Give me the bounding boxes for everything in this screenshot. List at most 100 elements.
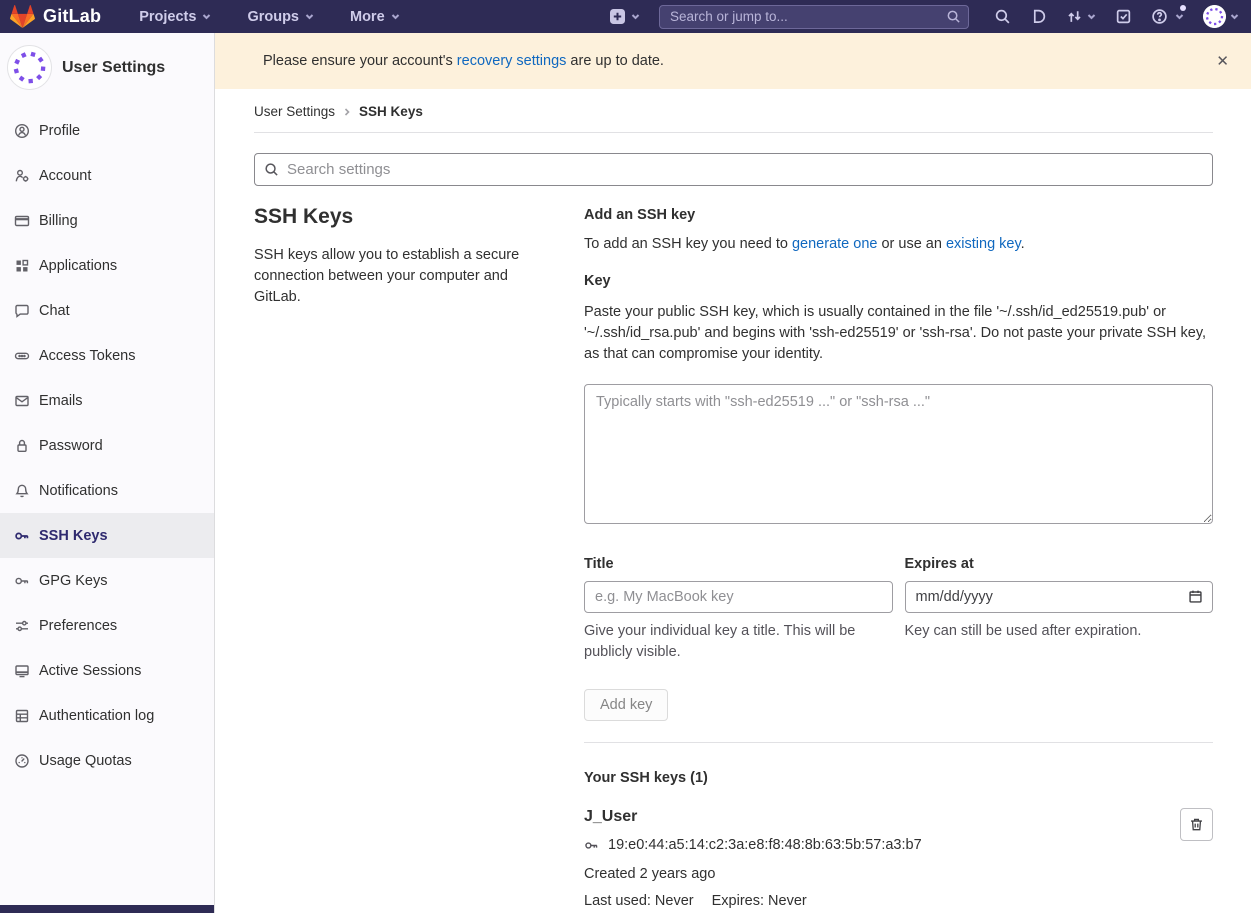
chevron-down-icon: [391, 12, 400, 21]
notifications-icon: [14, 483, 30, 499]
profile-icon: [14, 123, 30, 139]
help-button[interactable]: [1151, 8, 1184, 25]
search-icon: [994, 8, 1011, 25]
preferences-icon: [14, 618, 30, 634]
expires-label: Expires at: [905, 556, 1214, 572]
issues-button[interactable]: [1030, 8, 1047, 25]
password-icon: [14, 438, 30, 454]
gitlab-logo-link[interactable]: GitLab: [10, 5, 101, 28]
sidebar-item-ssh-keys[interactable]: SSH Keys: [0, 513, 214, 558]
global-search-input[interactable]: [659, 5, 969, 29]
navbar-menu: Projects Groups More: [139, 9, 399, 25]
gpg-keys-icon: [14, 573, 30, 589]
merge-requests-icon: [1066, 8, 1083, 25]
expires-help-text: Key can still be used after expiration.: [905, 621, 1214, 642]
chevron-down-icon: [202, 12, 211, 21]
chevron-right-icon: [343, 108, 351, 116]
chevron-down-icon: [631, 12, 640, 21]
add-key-hint: To add an SSH key you need to generate o…: [584, 236, 1213, 252]
ssh-key-expires: Expires: Never: [712, 893, 807, 909]
title-field-group: Title Give your individual key a title. …: [584, 556, 893, 663]
sidebar-item-applications[interactable]: Applications: [0, 243, 214, 288]
title-input[interactable]: [584, 581, 893, 613]
delete-key-button[interactable]: [1180, 808, 1213, 841]
expires-field-group: Expires at Key can still be used after e…: [905, 556, 1214, 663]
ssh-keys-icon: [14, 528, 30, 544]
usage-quotas-icon: [14, 753, 30, 769]
existing-key-link[interactable]: existing key: [946, 236, 1021, 252]
sidebar-item-authentication-log[interactable]: Authentication log: [0, 693, 214, 738]
chevron-down-icon: [305, 12, 314, 21]
account-icon: [14, 168, 30, 184]
main-area: Please ensure your account's recovery se…: [215, 33, 1251, 913]
nav-projects[interactable]: Projects: [139, 9, 211, 25]
calendar-icon[interactable]: [1188, 589, 1203, 604]
nav-more[interactable]: More: [350, 9, 400, 25]
sidebar-item-account[interactable]: Account: [0, 153, 214, 198]
settings-content: User Settings SSH Keys SSH Keys SSH ke: [215, 89, 1251, 913]
settings-search-input[interactable]: [254, 153, 1213, 186]
sidebar-item-preferences[interactable]: Preferences: [0, 603, 214, 648]
gitlab-tanuki-icon: [10, 5, 35, 28]
new-menu-button[interactable]: [609, 8, 640, 25]
sidebar-item-password[interactable]: Password: [0, 423, 214, 468]
key-meta-form-row: Title Give your individual key a title. …: [584, 556, 1213, 663]
key-label: Key: [584, 273, 1213, 289]
expires-date-input[interactable]: [905, 581, 1214, 613]
brand-name: GitLab: [43, 6, 101, 27]
section-body: Add an SSH key To add an SSH key you nee…: [584, 205, 1213, 909]
sidebar-title: User Settings: [62, 59, 165, 77]
ssh-key-last-used: Last used: Never: [584, 893, 694, 909]
sidebar-item-notifications[interactable]: Notifications: [0, 468, 214, 513]
title-help-text: Give your individual key a title. This w…: [584, 621, 893, 663]
sidebar-item-profile[interactable]: Profile: [0, 108, 214, 153]
active-sessions-icon: [14, 663, 30, 679]
ssh-key-fingerprint: 19:e0:44:a5:14:c2:3a:e8:f8:48:8b:63:5b:5…: [608, 837, 922, 853]
breadcrumb-ssh-keys: SSH Keys: [359, 104, 423, 119]
avatar: [7, 45, 52, 90]
help-notification-dot: [1180, 5, 1186, 11]
app: GitLab Projects Groups More: [0, 0, 1251, 913]
add-key-button[interactable]: Add key: [584, 689, 668, 721]
sidebar-item-chat[interactable]: Chat: [0, 288, 214, 333]
help-icon: [1151, 8, 1168, 25]
plus-menu-icon: [609, 8, 626, 25]
navbar-right: [609, 5, 1239, 29]
applications-icon: [14, 258, 30, 274]
sidebar-item-access-tokens[interactable]: Access Tokens: [0, 333, 214, 378]
key-textarea[interactable]: [584, 384, 1213, 524]
global-search: [659, 5, 969, 29]
section-divider: [584, 742, 1213, 743]
banner-close-button[interactable]: ✕: [1208, 48, 1237, 74]
breadcrumb-user-settings[interactable]: User Settings: [254, 104, 335, 119]
sidebar-item-usage-quotas[interactable]: Usage Quotas: [0, 738, 214, 783]
merge-requests-button[interactable]: [1066, 8, 1096, 25]
ssh-key-fingerprint-row: 19:e0:44:a5:14:c2:3a:e8:f8:48:8b:63:5b:5…: [584, 837, 1180, 853]
todos-button[interactable]: [1115, 8, 1132, 25]
nav-groups[interactable]: Groups: [247, 9, 314, 25]
settings-search: [254, 153, 1213, 186]
sidebar-bottom-bar: [0, 905, 214, 913]
ssh-key-row: J_User 19:e0:44:a5:14:c2:3a:e8:f8:48:8b:…: [584, 808, 1213, 909]
sidebar-item-active-sessions[interactable]: Active Sessions: [0, 648, 214, 693]
access-tokens-icon: [14, 348, 30, 364]
key-icon: [584, 838, 599, 853]
sidebar-item-billing[interactable]: Billing: [0, 198, 214, 243]
sidebar-item-gpg-keys[interactable]: GPG Keys: [0, 558, 214, 603]
recovery-settings-link[interactable]: recovery settings: [457, 53, 567, 69]
sidebar-header: User Settings: [0, 33, 214, 102]
billing-icon: [14, 213, 30, 229]
page-title: SSH Keys: [254, 205, 544, 229]
your-ssh-keys-heading: Your SSH keys (1): [584, 770, 1213, 786]
page-description: SSH keys allow you to establish a secure…: [254, 245, 544, 308]
search-button[interactable]: [994, 8, 1011, 25]
generate-one-link[interactable]: generate one: [792, 236, 877, 252]
ssh-keys-section: SSH Keys SSH keys allow you to establish…: [254, 205, 1213, 909]
ssh-key-meta-row: Last used: Never Expires: Never: [584, 893, 1180, 909]
ssh-key-name[interactable]: J_User: [584, 808, 1180, 826]
search-icon: [946, 9, 961, 24]
sidebar-item-emails[interactable]: Emails: [0, 378, 214, 423]
user-menu-button[interactable]: [1203, 5, 1239, 28]
chevron-down-icon: [1230, 12, 1239, 21]
chevron-down-icon: [1175, 12, 1184, 21]
